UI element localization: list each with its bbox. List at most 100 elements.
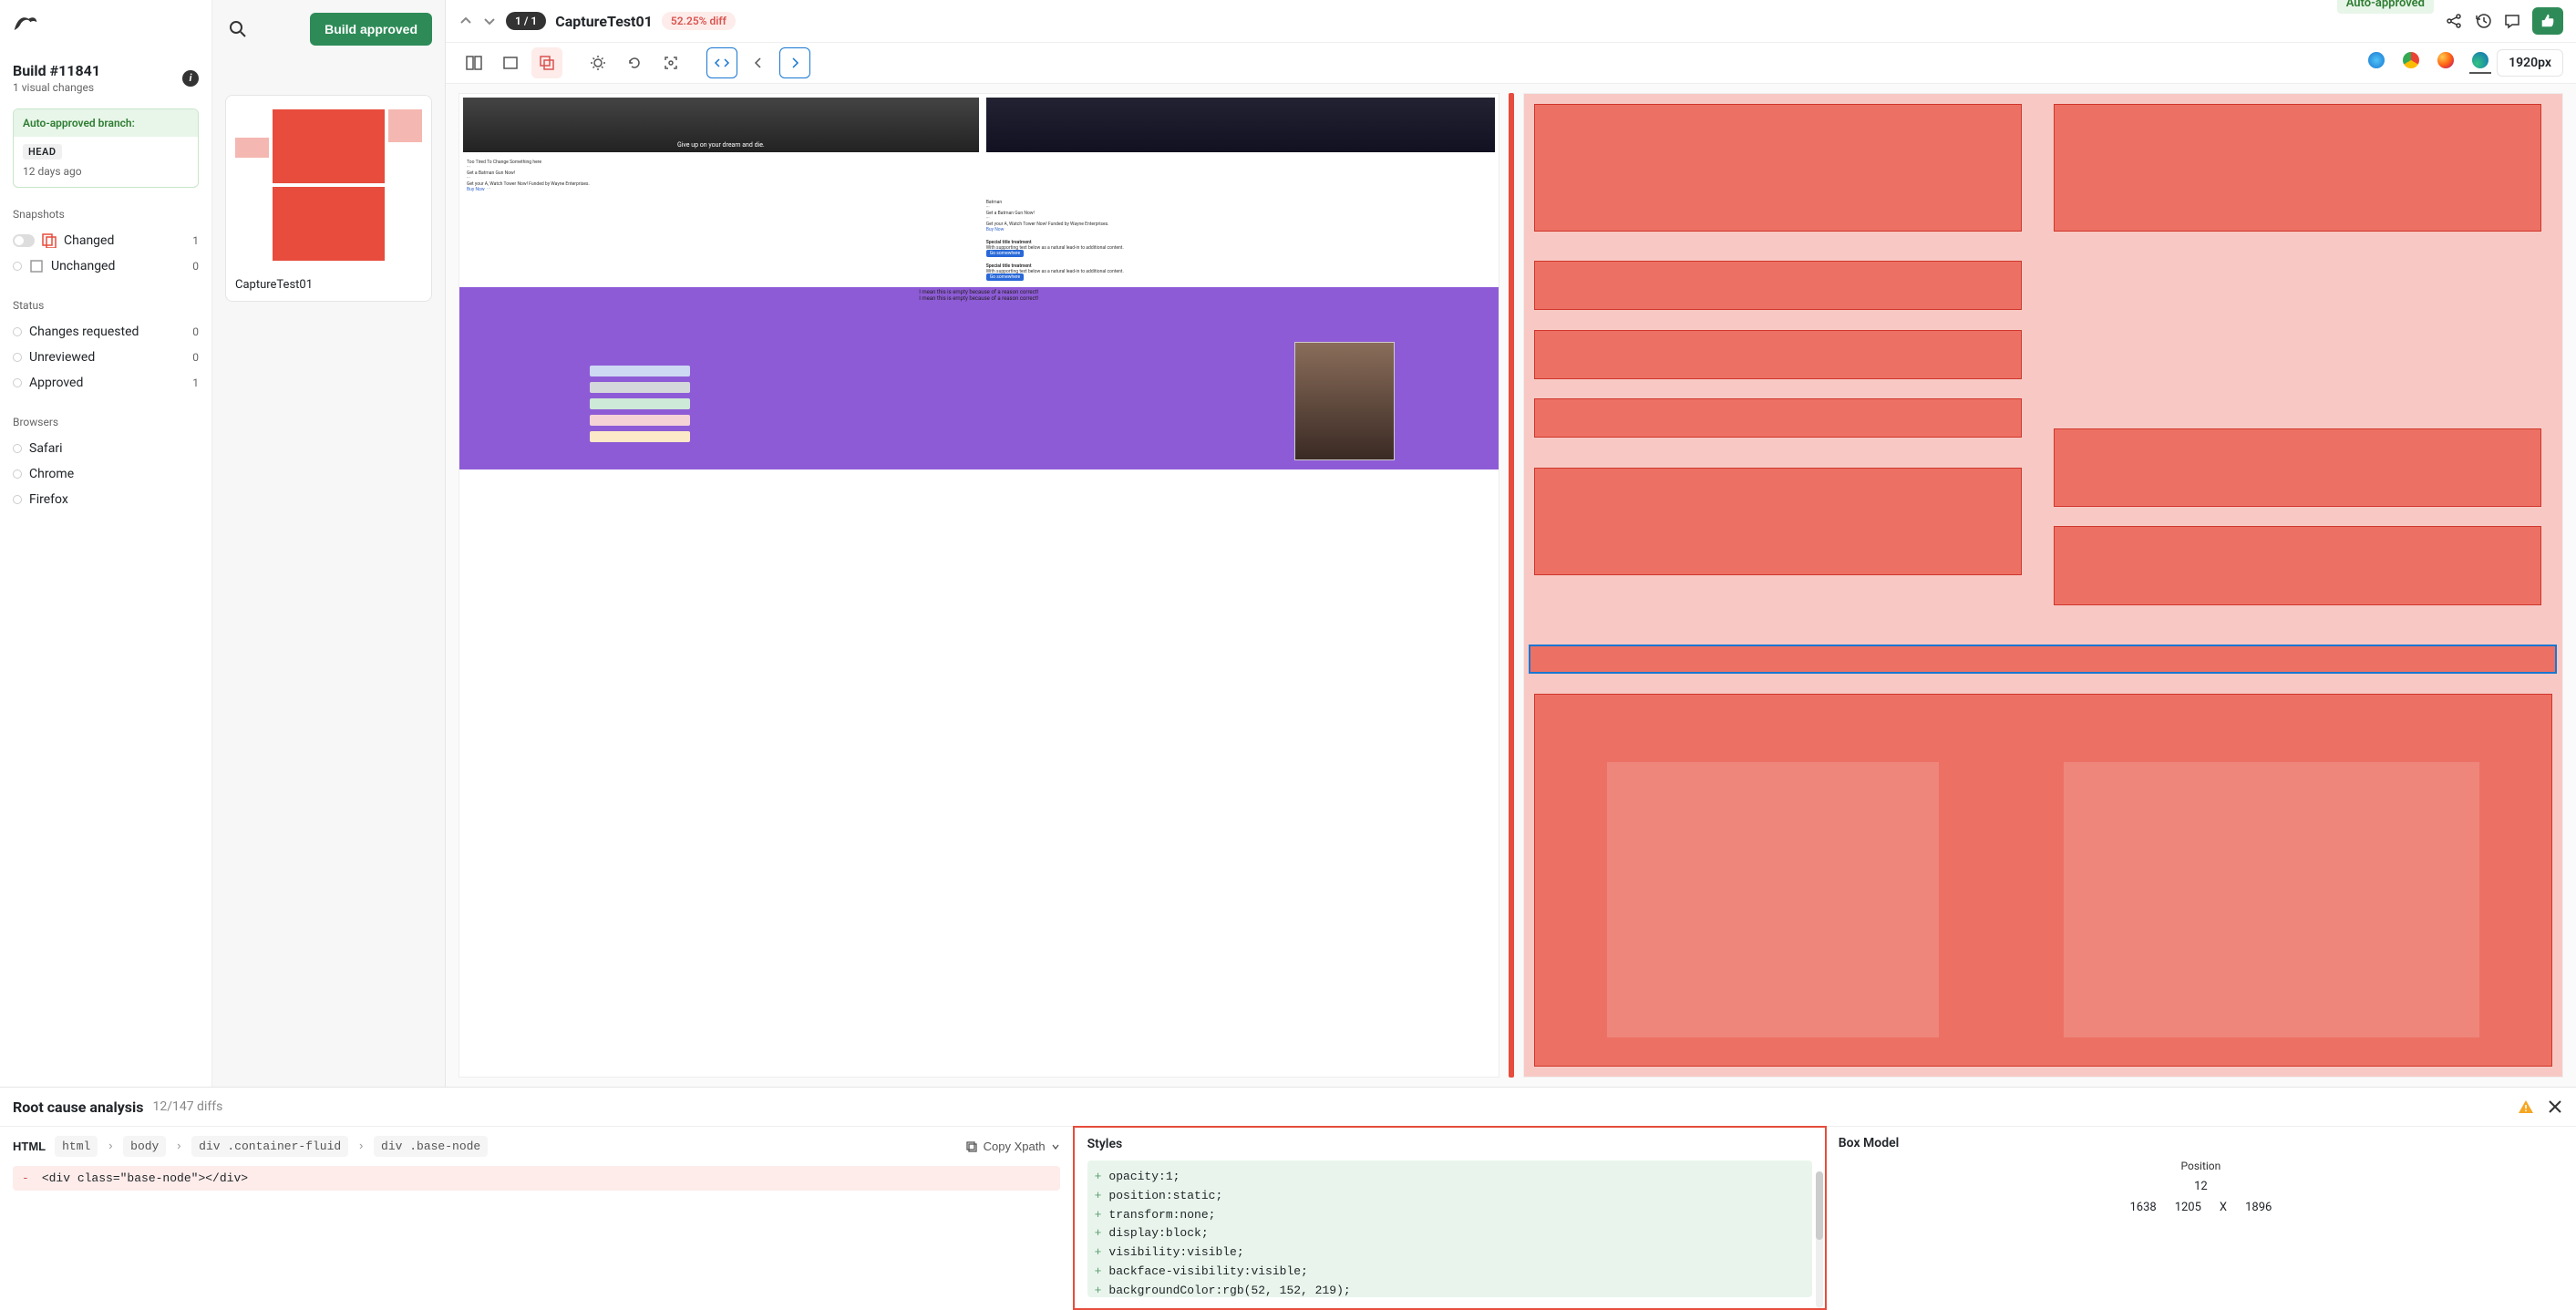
radio-icon — [13, 469, 22, 479]
filter-safari[interactable]: Safari — [13, 436, 199, 461]
branch-name-badge: HEAD — [23, 144, 62, 160]
removed-code: <div class="base-node"></div> — [42, 1171, 248, 1185]
browser-firefox-tab[interactable] — [2435, 52, 2457, 74]
browser-chrome-tab[interactable] — [2400, 52, 2422, 74]
copy-xpath-label: Copy Xpath — [984, 1140, 1046, 1153]
crumb-part[interactable]: div .base-node — [374, 1136, 488, 1157]
brightness-button[interactable] — [582, 47, 613, 78]
filter-changes-requested[interactable]: Changes requested 0 — [13, 319, 199, 345]
filter-unreviewed-count: 0 — [192, 351, 199, 364]
search-button[interactable] — [225, 16, 251, 42]
search-icon — [229, 20, 247, 38]
rca-title: Root cause analysis — [13, 1099, 143, 1116]
browser-safari-tab[interactable] — [2365, 52, 2387, 74]
rca-boxmodel-column: Box Model Position 12 1638 1205 X 1896 — [1826, 1127, 2576, 1309]
crumb-part[interactable]: body — [123, 1136, 166, 1157]
prev-diff-button[interactable] — [743, 47, 774, 78]
box-height: 1896 — [2245, 1201, 2272, 1214]
build-approved-button[interactable]: Build approved — [310, 13, 432, 46]
build-title: Build #11841 — [13, 62, 100, 79]
copy-icon — [965, 1140, 978, 1153]
filter-unchanged[interactable]: Unchanged 0 — [13, 253, 199, 279]
filter-approved[interactable]: Approved 1 — [13, 370, 199, 396]
position-label: Position — [2181, 1160, 2221, 1172]
firefox-icon — [2437, 52, 2454, 68]
next-down-button[interactable] — [482, 14, 497, 28]
single-view-button[interactable] — [495, 47, 526, 78]
main-panel: 1 / 1 CaptureTest01 52.25% diff Auto-app… — [446, 0, 2576, 1087]
rca-html-column: HTML html› body› div .container-fluid› d… — [0, 1127, 1074, 1309]
snapshot-caption: CaptureTest01 — [235, 278, 422, 292]
box-left: 1638 — [2129, 1201, 2156, 1214]
comment-icon — [2503, 12, 2521, 30]
snapshot-thumbnail-card[interactable]: CaptureTest01 — [225, 95, 432, 302]
snapshot-thumbnail — [235, 105, 422, 269]
filter-chrome[interactable]: Chrome — [13, 461, 199, 487]
browser-edge-tab[interactable] — [2469, 52, 2491, 74]
radio-icon — [13, 444, 22, 453]
radio-icon — [13, 262, 22, 271]
close-button[interactable] — [2547, 1099, 2563, 1115]
filter-unreviewed[interactable]: Unreviewed 0 — [13, 345, 199, 370]
style-line: position:static; — [1108, 1189, 1222, 1202]
rca-styles-column: Styles +opacity:1; +position:static; +tr… — [1073, 1126, 1827, 1310]
style-line: transform:none; — [1108, 1208, 1215, 1222]
crumb-part[interactable]: html — [55, 1136, 98, 1157]
auto-approved-branch-label: Auto-approved branch: — [14, 109, 198, 137]
style-line: opacity:1; — [1108, 1170, 1180, 1183]
refresh-button[interactable] — [619, 47, 650, 78]
filter-unchanged-count: 0 — [192, 260, 199, 273]
filter-unreviewed-label: Unreviewed — [29, 350, 95, 365]
focus-button[interactable] — [655, 47, 686, 78]
section-status: Status — [13, 299, 199, 312]
branch-time: 12 days ago — [23, 165, 189, 178]
side-by-side-button[interactable] — [459, 47, 489, 78]
style-line: backgroundColor:rgb(52, 152, 219); — [1108, 1284, 1350, 1297]
style-line: backface-visibility:visible; — [1108, 1264, 1307, 1278]
rca-diff-count: 12/147 diffs — [152, 1099, 222, 1114]
comment-button[interactable] — [2503, 12, 2521, 30]
rca-panel: Root cause analysis 12/147 diffs HTML ht… — [0, 1087, 2576, 1309]
prev-up-button[interactable] — [459, 14, 473, 28]
viewport-selector[interactable]: 1920px — [2497, 49, 2563, 77]
sidebar: Build #11841 1 visual changes i Auto-app… — [0, 0, 212, 1087]
branch-card: Auto-approved branch: HEAD 12 days ago — [13, 108, 199, 188]
box-width: 1205 — [2175, 1201, 2201, 1214]
warning-icon[interactable] — [2518, 1099, 2534, 1115]
history-button[interactable] — [2474, 12, 2492, 30]
browser-safari-label: Safari — [29, 441, 63, 456]
filter-approved-count: 1 — [192, 376, 199, 389]
diff-pane[interactable] — [1523, 93, 2564, 1078]
snapshot-list: Build approved CaptureTest01 — [212, 0, 446, 1087]
next-diff-button[interactable] — [779, 47, 810, 78]
info-icon[interactable]: i — [182, 70, 199, 87]
filter-approved-label: Approved — [29, 376, 83, 390]
radio-icon — [13, 353, 22, 362]
browser-firefox-label: Firefox — [29, 492, 68, 507]
share-icon — [2445, 12, 2463, 30]
scrollbar[interactable] — [1816, 1171, 1823, 1308]
toggle-icon[interactable] — [13, 234, 35, 247]
radio-icon — [13, 495, 22, 504]
style-line: display:block; — [1108, 1226, 1208, 1240]
filter-changed[interactable]: Changed 1 — [13, 228, 199, 253]
diff-icon — [42, 233, 57, 248]
browser-chrome-label: Chrome — [29, 467, 74, 481]
filter-cr-count: 0 — [192, 325, 199, 338]
filter-firefox[interactable]: Firefox — [13, 487, 199, 512]
code-view-button[interactable] — [706, 47, 737, 78]
overlay-view-button[interactable] — [531, 47, 562, 78]
build-subtitle: 1 visual changes — [13, 81, 100, 94]
share-button[interactable] — [2445, 12, 2463, 30]
chrome-icon — [2403, 52, 2419, 68]
crumb-part[interactable]: div .container-fluid — [191, 1136, 348, 1157]
section-snapshots: Snapshots — [13, 208, 199, 221]
snapshot-counter: 1 / 1 — [506, 12, 546, 30]
thumbs-up-button[interactable] — [2532, 7, 2563, 35]
baseline-pane[interactable]: Give up on your dream and die. Too Tired… — [459, 93, 1499, 1078]
styles-title: Styles — [1087, 1137, 1812, 1151]
diff-percentage: 52.25% diff — [662, 12, 736, 30]
comparison-toolbar: 1920px — [446, 42, 2576, 84]
copy-xpath-button[interactable]: Copy Xpath — [965, 1140, 1060, 1153]
filter-cr-label: Changes requested — [29, 325, 139, 339]
